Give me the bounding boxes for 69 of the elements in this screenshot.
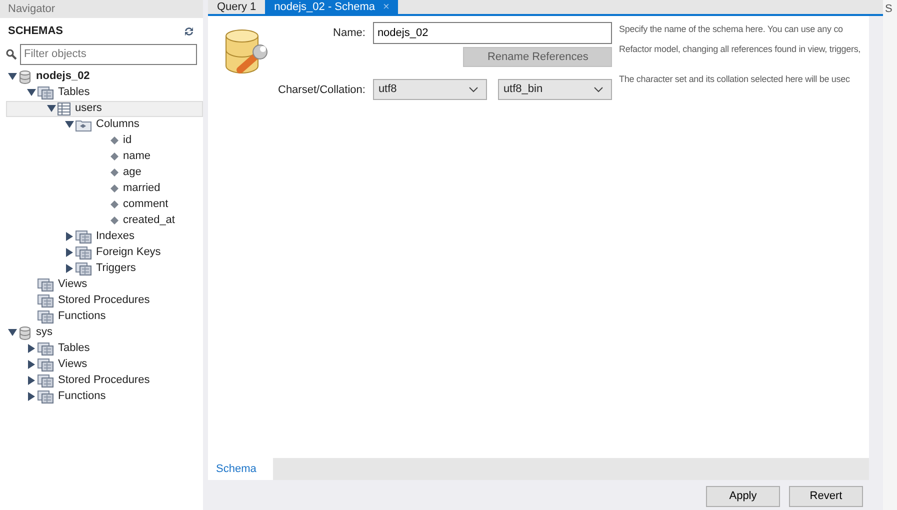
- tree-item[interactable]: Functions: [6, 308, 203, 324]
- table-icon: [57, 102, 71, 116]
- editor-tab[interactable]: Query 1: [208, 0, 266, 14]
- expand-arrow-icon[interactable]: [26, 344, 36, 353]
- tree-item[interactable]: Functions: [6, 388, 203, 404]
- schemas-heading: SCHEMAS: [8, 24, 64, 39]
- folder-stack-icon: [37, 86, 54, 100]
- chevron-down-icon: [594, 86, 604, 92]
- refresh-icon[interactable]: [183, 26, 195, 37]
- database-icon: [18, 326, 32, 340]
- folder-stack-icon: [37, 342, 54, 356]
- folder-stack-icon: [37, 294, 54, 308]
- folder-stack-icon: [75, 262, 92, 276]
- collapse-arrow-icon[interactable]: [8, 72, 16, 81]
- folder-stack-icon: [37, 358, 54, 372]
- folder-stack-icon: [37, 390, 54, 404]
- filter-field[interactable]: Filter objects: [20, 44, 197, 64]
- action-button[interactable]: Apply: [706, 486, 780, 507]
- tree-item[interactable]: id: [6, 132, 203, 148]
- columns-folder-icon: [75, 118, 92, 132]
- dropdown[interactable]: utf8: [373, 79, 488, 100]
- tree-item[interactable]: name: [6, 148, 203, 164]
- tree-item[interactable]: Views: [6, 276, 203, 292]
- field-label: Charset/Collation:: [278, 83, 366, 98]
- tree-item[interactable]: married: [6, 180, 203, 196]
- panel-title-fragment: S: [883, 0, 897, 510]
- dropdown[interactable]: utf8_bin: [498, 79, 612, 100]
- tree-item[interactable]: Foreign Keys: [6, 244, 203, 260]
- help-text: Refactor model, changing all references found in view, triggers,: [619, 42, 862, 56]
- tree-item[interactable]: Indexes: [6, 228, 203, 244]
- tree-item[interactable]: users: [6, 100, 203, 116]
- tree-item[interactable]: Stored Procedures: [6, 292, 203, 308]
- tree-item[interactable]: created_at: [6, 212, 203, 228]
- tree-item[interactable]: Tables: [6, 340, 203, 356]
- expand-arrow-icon[interactable]: [26, 376, 36, 385]
- folder-stack-icon: [37, 374, 54, 388]
- tree-item[interactable]: Triggers: [6, 260, 203, 276]
- tree-item[interactable]: sys: [6, 324, 203, 340]
- action-button[interactable]: Revert: [789, 486, 863, 507]
- expand-arrow-icon[interactable]: [26, 392, 36, 401]
- tree-item[interactable]: Stored Procedures: [6, 372, 203, 388]
- expand-arrow-icon[interactable]: [64, 248, 74, 257]
- tree-item[interactable]: Views: [6, 356, 203, 372]
- editor-tab[interactable]: nodejs_02 - Schema ×: [265, 0, 398, 14]
- collapse-arrow-icon[interactable]: [64, 120, 74, 129]
- expand-arrow-icon[interactable]: [26, 360, 36, 369]
- database-icon: [18, 70, 32, 84]
- collapse-arrow-icon[interactable]: [46, 104, 56, 113]
- collapse-arrow-icon[interactable]: [8, 328, 16, 337]
- field-label: Name:: [332, 26, 366, 41]
- folder-stack-icon: [75, 246, 92, 260]
- editor-subtab[interactable]: Schema: [208, 458, 273, 480]
- tree-item[interactable]: comment: [6, 196, 203, 212]
- help-text: The character set and its collation selected here will be usec: [619, 73, 851, 86]
- tree-item[interactable]: nodejs_02: [6, 68, 203, 84]
- folder-stack-icon: [75, 230, 92, 244]
- search-icon: [6, 48, 17, 60]
- collapse-arrow-icon[interactable]: [26, 88, 36, 97]
- folder-stack-icon: [37, 310, 54, 324]
- expand-arrow-icon[interactable]: [64, 232, 74, 241]
- chevron-down-icon: [469, 86, 478, 92]
- tree-item[interactable]: Tables: [6, 84, 203, 100]
- name-field[interactable]: nodejs_02: [373, 22, 612, 44]
- expand-arrow-icon[interactable]: [64, 264, 74, 273]
- tree-item[interactable]: Columns: [6, 116, 203, 132]
- folder-stack-icon: [37, 278, 54, 292]
- tree-item[interactable]: age: [6, 164, 203, 180]
- help-text: Specify the name of the schema here. You can use any co: [619, 23, 844, 36]
- navigator-title: Navigator: [0, 0, 203, 18]
